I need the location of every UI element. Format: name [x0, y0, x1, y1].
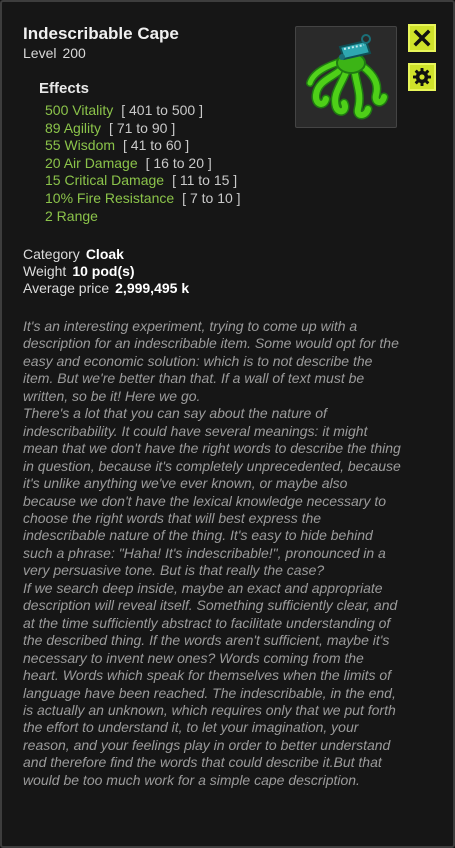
- effect-range: [ 41 to 60 ]: [123, 137, 190, 154]
- effect-value: 55 Wisdom: [45, 137, 116, 154]
- category-row: Category Cloak: [23, 246, 189, 263]
- effects-list: 500 Vitality [ 401 to 500 ] 89 Agility [ 7…: [45, 102, 241, 225]
- effect-row: 2 Range: [45, 208, 241, 226]
- effect-range: [ 11 to 15 ]: [172, 172, 238, 189]
- level-label: Level: [23, 45, 57, 61]
- effect-range: [ 16 to 20 ]: [145, 154, 212, 171]
- effect-row: 55 Wisdom [ 41 to 60 ]: [45, 137, 241, 155]
- effect-value: 20 Air Damage: [45, 154, 138, 171]
- level-value: 200: [62, 45, 86, 61]
- effect-value: 2 Range: [45, 207, 98, 224]
- price-label: Average price: [23, 280, 110, 296]
- item-level: Level 200: [23, 45, 86, 61]
- item-tooltip-panel: Indescribable Cape Level 200 Effects 500…: [0, 0, 455, 848]
- item-image-frame: [295, 26, 397, 128]
- effect-range: [ 71 to 90 ]: [109, 119, 176, 136]
- weight-value: 10 pod(s): [72, 263, 135, 279]
- item-info: Category Cloak Weight 10 pod(s) Average pr…: [23, 246, 189, 297]
- effect-range: [ 7 to 10 ]: [182, 189, 241, 206]
- gear-icon: [413, 68, 431, 86]
- effect-row: 10% Fire Resistance [ 7 to 10 ]: [45, 190, 241, 208]
- close-icon: [413, 29, 431, 47]
- item-description: It's an interesting experiment, trying t…: [23, 318, 401, 788]
- effect-value: 10% Fire Resistance: [45, 189, 175, 206]
- settings-button[interactable]: [408, 63, 436, 91]
- effect-value: 15 Critical Damage: [45, 172, 165, 189]
- category-label: Category: [23, 246, 80, 262]
- category-value: Cloak: [85, 246, 124, 262]
- price-value: 2,999,495 k: [115, 280, 190, 296]
- effect-row: 500 Vitality [ 401 to 500 ]: [45, 102, 241, 120]
- close-button[interactable]: [408, 24, 436, 52]
- effect-row: 20 Air Damage [ 16 to 20 ]: [45, 155, 241, 173]
- effects-heading: Effects: [39, 80, 90, 97]
- effect-row: 89 Agility [ 71 to 90 ]: [45, 120, 241, 138]
- effect-row: 15 Critical Damage [ 11 to 15 ]: [45, 172, 241, 190]
- effect-value: 500 Vitality: [45, 102, 114, 118]
- weight-row: Weight 10 pod(s): [23, 263, 189, 280]
- effect-value: 89 Agility: [45, 119, 102, 136]
- green-tentacle-cape-icon: [306, 34, 389, 120]
- weight-label: Weight: [23, 263, 67, 279]
- item-name: Indescribable Cape: [23, 24, 179, 43]
- price-row: Average price 2,999,495 k: [23, 280, 189, 297]
- effect-range: [ 401 to 500 ]: [121, 102, 203, 118]
